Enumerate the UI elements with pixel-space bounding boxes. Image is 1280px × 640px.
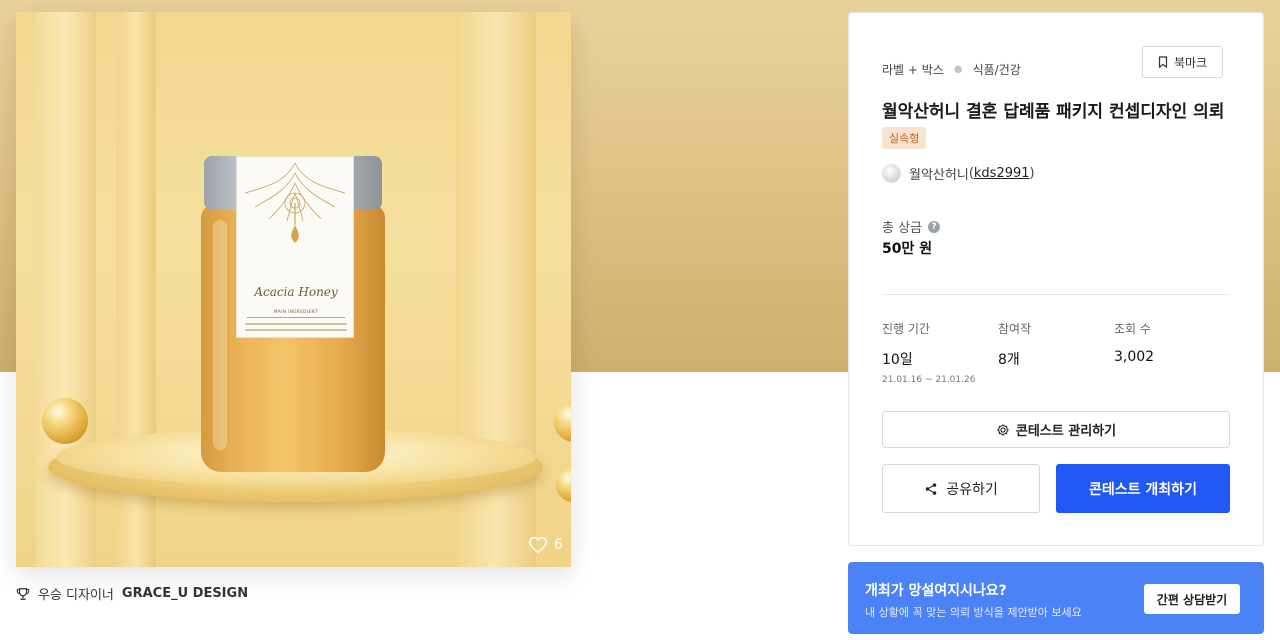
- like-button[interactable]: 6: [528, 536, 563, 554]
- gold-sphere: [556, 468, 571, 502]
- like-count: 6: [554, 537, 563, 553]
- gear-icon: [997, 423, 1009, 436]
- breadcrumb: 라벨 + 박스 ● 식품/건강: [882, 61, 1021, 78]
- label-fine-print: [245, 323, 347, 325]
- bookmark-label: 북마크: [1173, 55, 1208, 70]
- jar-shine: [213, 220, 227, 450]
- banner-description: 내 상황에 꼭 맞는 의뢰 방식을 제안받아 보세요: [865, 606, 1082, 619]
- gold-sphere: [554, 402, 571, 442]
- host-handle-close: ): [1029, 166, 1035, 181]
- stat-label: 조회 수: [1114, 322, 1151, 336]
- manage-contest-button[interactable]: 콘테스트 관리하기: [882, 411, 1230, 448]
- label-fine-print: [245, 329, 347, 331]
- winner-label: 우승 디자이너: [38, 588, 114, 603]
- host-handle-link[interactable]: kds2991: [974, 166, 1030, 181]
- host-info: 월악산허니(kds2991): [882, 164, 1035, 183]
- contest-page: Acacia Honey MAIN INGREDIENT 6 우승 디자이너 G…: [0, 0, 1280, 640]
- avatar: [882, 164, 901, 183]
- stat-entries: 참여작 8개: [998, 320, 1031, 369]
- stat-views: 조회 수 3,002: [1114, 320, 1154, 365]
- breadcrumb-item[interactable]: 라벨 + 박스: [882, 61, 944, 78]
- breadcrumb-item[interactable]: 식품/건강: [973, 61, 1021, 78]
- bookmark-icon: [1158, 56, 1168, 68]
- label-divider: [247, 317, 345, 318]
- stat-value: 8개: [998, 352, 1020, 368]
- bookmark-button[interactable]: 북마크: [1142, 46, 1223, 78]
- share-label: 공유하기: [946, 481, 998, 498]
- label-subtitle: MAIN INGREDIENT: [274, 309, 318, 314]
- share-button[interactable]: 공유하기: [882, 464, 1040, 513]
- host-name: 월악산허니: [909, 168, 969, 183]
- stat-label: 참여작: [998, 322, 1032, 336]
- stat-value: 3,002: [1114, 349, 1155, 365]
- stat-date-range: 21.01.16 ~ 21.01.26: [882, 375, 976, 385]
- jar-label: Acacia Honey MAIN INGREDIENT: [236, 156, 354, 338]
- stat-duration: 진행 기간 10일 21.01.16 ~ 21.01.26: [882, 320, 975, 385]
- help-icon[interactable]: ?: [928, 220, 941, 233]
- share-icon: [925, 482, 937, 495]
- divider: [882, 294, 1230, 295]
- contest-title: 월악산허니 결혼 답례품 패키지 컨셉디자인 의뢰: [882, 102, 1225, 122]
- prize-label: 총 상금 ?: [882, 217, 941, 236]
- product-image[interactable]: Acacia Honey MAIN INGREDIENT 6: [16, 12, 571, 567]
- heart-icon: [529, 536, 547, 554]
- host-contest-button[interactable]: 콘테스트 개최하기: [1056, 464, 1230, 513]
- consult-banner: 개최가 망설여지시나요? 내 상황에 꼭 맞는 의뢰 방식을 제안받아 보세요 …: [848, 562, 1264, 634]
- consult-button[interactable]: 간편 상담받기: [1144, 584, 1240, 614]
- mandala-ornament-icon: [245, 163, 345, 243]
- breadcrumb-separator: ●: [953, 64, 963, 75]
- winner-designer: 우승 디자이너 GRACE_U DESIGN: [16, 584, 248, 603]
- stat-label: 진행 기간: [882, 322, 930, 336]
- winner-name[interactable]: GRACE_U DESIGN: [122, 586, 248, 601]
- manage-contest-label: 콘테스트 관리하기: [1015, 424, 1117, 439]
- stat-value: 10일: [882, 352, 913, 368]
- gold-sphere: [42, 398, 88, 444]
- contest-info-card: 라벨 + 박스 ● 식품/건강 북마크 월악산허니 결혼 답례품 패키지 컨셉디…: [848, 12, 1264, 546]
- tier-badge: 실속형: [882, 127, 927, 149]
- prize-label-text: 총 상금: [882, 221, 923, 236]
- label-title: Acacia Honey: [254, 285, 338, 299]
- prize-value: 50만 원: [882, 241, 933, 257]
- trophy-icon: [16, 587, 30, 600]
- banner-title: 개최가 망설여지시나요?: [865, 583, 1007, 599]
